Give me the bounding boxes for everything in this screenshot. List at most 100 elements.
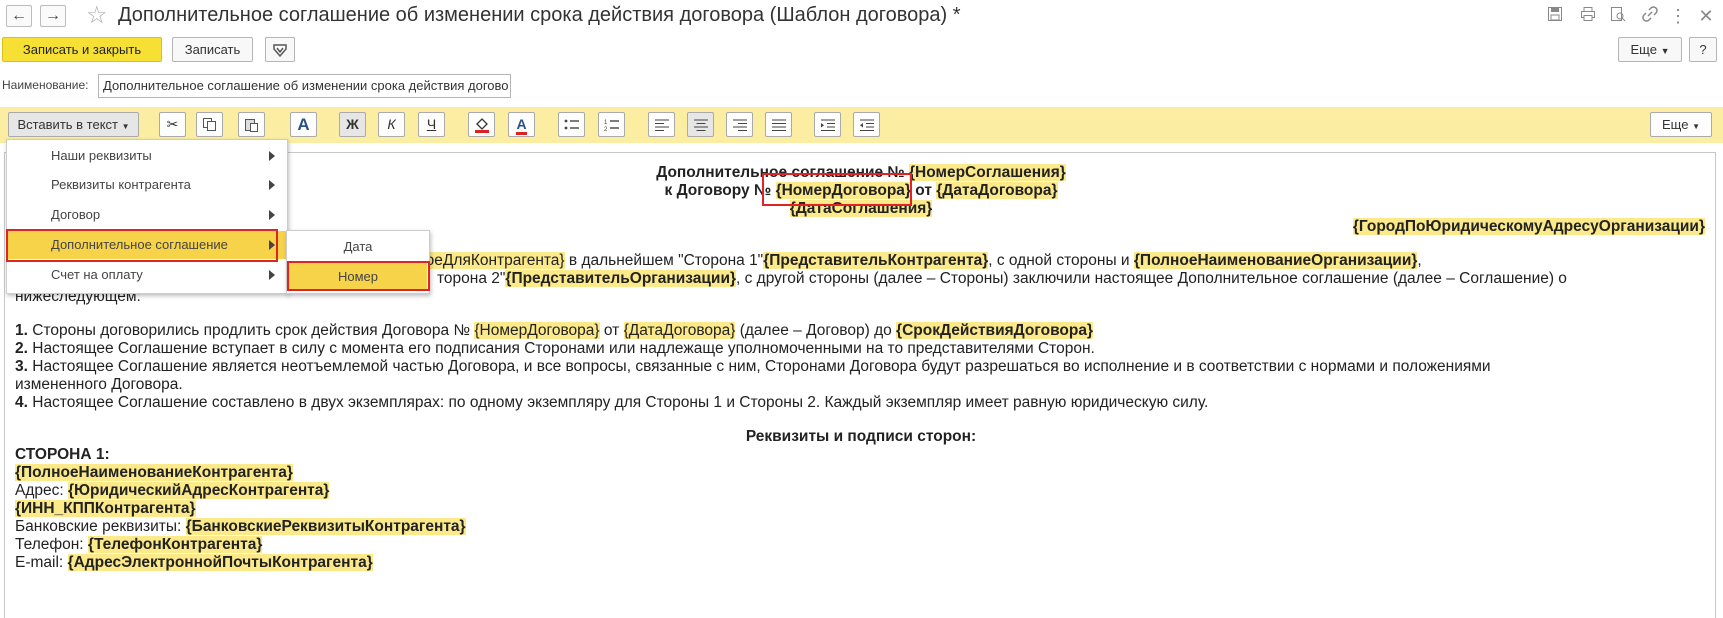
address-label: Адрес: [15,482,68,499]
side-1-name-line: {ПолноеНаименованиеКонтрагента} [15,463,293,482]
counterparty-email-field: {АдресЭлектроннойПочтыКонтрагента} [67,554,373,571]
align-justify-icon [771,119,786,131]
svg-text:2: 2 [604,127,608,132]
paste-icon [245,119,258,132]
align-right-icon [732,119,747,131]
menu-item-label: Наши реквизиты [51,148,152,163]
item-number: 2. [15,340,28,357]
item-text: Настоящее Соглашение является неотъемлем… [27,358,1491,375]
menu-highlight-box [6,229,278,262]
bold-button[interactable]: Ж [339,112,366,137]
dropdown-arrow-icon: ▼ [1692,122,1700,131]
item-number: 3. [15,358,28,375]
align-right-button[interactable] [726,112,753,137]
numbered-list-button[interactable]: 12 [598,112,625,137]
save-button[interactable]: Записать [172,37,253,62]
print-icon[interactable] [1578,6,1598,26]
header-text: от [910,182,937,199]
dropdown-arrow-icon: ▼ [121,122,130,131]
indent-increase-button[interactable] [814,112,841,137]
menu-item-invoice[interactable]: Счет на оплату [7,261,287,289]
item-3: 3. Настоящее Соглашение является неотъем… [15,357,1491,376]
menu-item-counterparty-requisites[interactable]: Реквизиты контрагента [7,171,287,199]
name-input[interactable]: Дополнительное соглашение об изменении с… [98,74,511,98]
paragraph-text: в дальнейшем "Сторона 1" [564,252,764,269]
back-arrow-icon: ← [11,7,27,24]
insert-label: Вставить в текст [17,117,118,132]
copy-icon [203,118,216,131]
align-center-icon [693,119,708,131]
forward-button[interactable]: → [40,5,66,27]
save-disk-icon[interactable] [1545,6,1565,26]
formatting-toolbar: Вставить в текст ▼ ✂ A Ж К Ч A 12 Еще ▼ [0,107,1723,143]
background-color-button[interactable] [468,112,495,137]
font-button[interactable]: A [290,112,317,137]
align-left-button[interactable] [648,112,675,137]
align-left-icon [654,119,669,131]
font-color-button[interactable]: A [508,112,535,137]
favorite-star-icon[interactable]: ☆ [86,1,108,30]
counterparty-representative-field: {ПредставительКонтрагента} [763,252,989,269]
item-number: 1. [15,322,28,339]
back-button[interactable]: ← [6,5,32,27]
shield-icon [273,44,287,58]
toolbar-more-label: Еще [1662,117,1689,132]
preview-icon[interactable] [1608,6,1628,26]
counterparty-inn-field: {ИНН_КППКонтрагента} [15,500,196,517]
counterparty-bank-field: {БанковскиеРеквизитыКонтрагента} [185,518,466,535]
item-number: 4. [15,394,28,411]
align-center-button[interactable] [687,112,714,137]
counterparty-name-field: моеДляКонтрагента} [415,252,565,269]
submenu-item-date[interactable]: Дата [287,233,429,261]
toolbar-more-button[interactable]: Еще ▼ [1650,112,1712,137]
copy-button[interactable] [196,112,223,137]
mark-deletion-button[interactable] [265,37,295,62]
numbered-list-icon: 12 [604,120,619,133]
more-commands-button[interactable]: Еще ▼ [1618,37,1682,62]
chevron-right-icon [269,270,275,280]
underline-icon: Ч [426,116,437,132]
counterparty-address-field: {ЮридическийАдресКонтрагента} [68,482,330,499]
save-and-close-button[interactable]: Записать и закрыть [2,37,162,62]
indent-decrease-button[interactable] [853,112,880,137]
menu-item-contract[interactable]: Договор [7,201,287,229]
bold-icon: Ж [346,116,359,132]
insert-dropdown-menu: Наши реквизиты Реквизиты контрагента Дог… [6,139,288,294]
more-vertical-icon[interactable]: ⋮ [1668,6,1688,26]
svg-text:1: 1 [604,120,608,126]
bulleted-list-button[interactable] [558,112,585,137]
header-highlight-box [762,173,912,206]
insert-into-text-button[interactable]: Вставить в текст ▼ [8,112,139,137]
help-button[interactable]: ? [1689,37,1717,62]
dropdown-arrow-icon: ▼ [1660,46,1670,56]
bank-label: Банковские реквизиты: [15,518,186,535]
item-text: от [599,322,624,339]
indent-decrease-icon [859,119,874,131]
chevron-right-icon [269,210,275,220]
organization-representative-field: {ПредставительОрганизации} [505,270,737,287]
city-line: {ГородПоЮридическомуАдресуОрганизации} [1352,217,1705,236]
item-3-continued: измененного Договора. [15,376,183,393]
close-icon[interactable]: ✕ [1696,6,1716,26]
city-field: {ГородПоЮридическомуАдресуОрганизации} [1352,218,1705,235]
paragraph-text: , [1417,252,1422,269]
window-title: Дополнительное соглашение об изменении с… [118,4,961,26]
bullet-list-icon [564,119,579,130]
address-line: Адрес: {ЮридическийАдресКонтрагента} [15,481,330,500]
paragraph-text: , с другой стороны (далее – Стороны) зак… [736,270,1567,287]
underline-button[interactable]: Ч [418,112,445,137]
indent-increase-icon [820,119,835,131]
italic-button[interactable]: К [378,112,405,137]
submenu-item-label: Дата [343,239,373,254]
scissors-icon: ✂ [166,116,179,132]
link-icon[interactable] [1640,6,1660,26]
item-text: Настоящее Соглашение вступает в силу с м… [27,340,1095,357]
chevron-right-icon [269,151,275,161]
menu-item-our-requisites[interactable]: Наши реквизиты [7,142,287,170]
font-color-icon: A [516,116,527,135]
cut-button[interactable]: ✂ [159,112,186,137]
counterparty-phone-field: {ТелефонКонтрагента} [87,536,263,553]
paste-button[interactable] [238,112,265,137]
justify-button[interactable] [765,112,792,137]
font-icon: A [297,115,310,134]
